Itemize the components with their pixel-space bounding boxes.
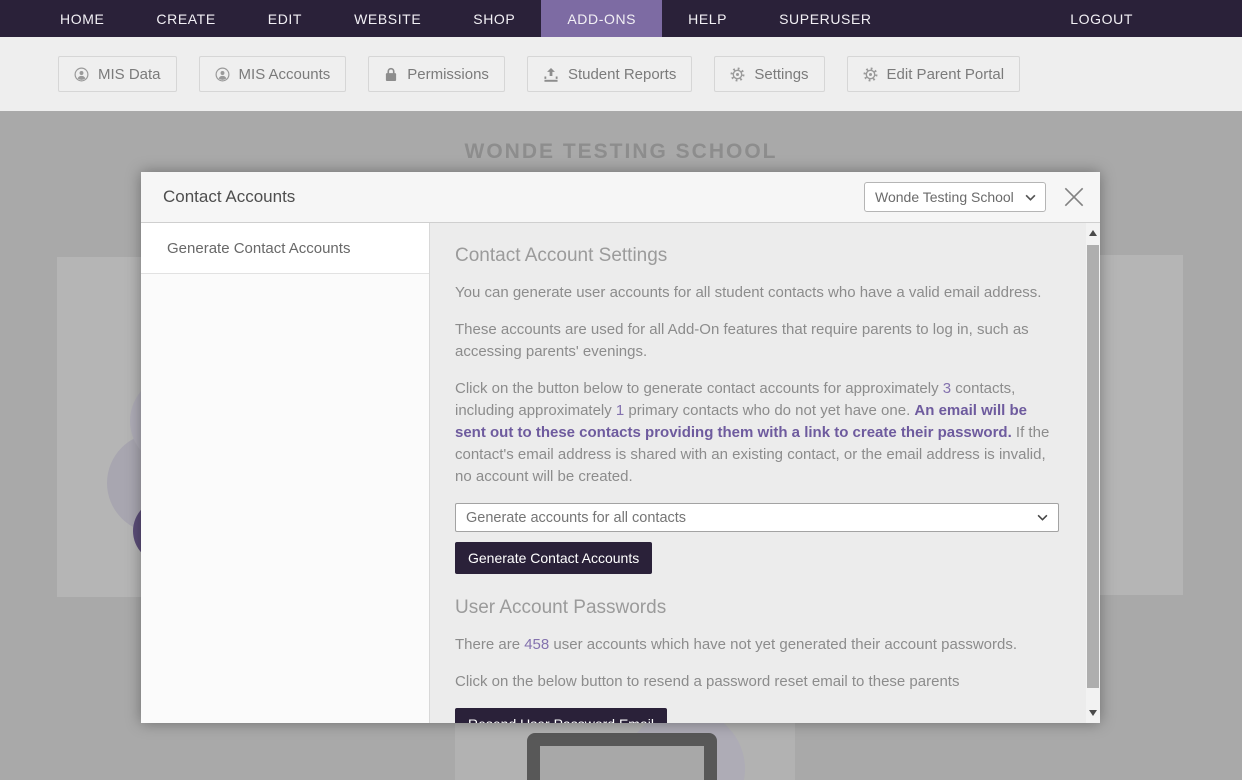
button-label: Settings bbox=[754, 66, 808, 83]
upload-icon bbox=[543, 67, 559, 82]
triangle-up-icon bbox=[1089, 230, 1097, 236]
chevron-down-icon bbox=[1037, 514, 1048, 521]
contact-accounts-modal: Contact Accounts Wonde Testing School Ge… bbox=[141, 172, 1100, 723]
mis-data-button[interactable]: MIS Data bbox=[58, 56, 177, 92]
modal-header: Contact Accounts Wonde Testing School bbox=[141, 172, 1100, 223]
modal-body: Generate Contact Accounts Contact Accoun… bbox=[141, 223, 1100, 723]
nav-item-add-ons[interactable]: ADD-ONS bbox=[541, 0, 662, 37]
resend-user-password-email-button[interactable]: Resend User Password Email bbox=[455, 708, 667, 723]
monitor-illustration bbox=[527, 733, 717, 780]
button-label: Student Reports bbox=[568, 66, 676, 83]
nav-item-logout[interactable]: LOGOUT bbox=[1044, 0, 1159, 37]
chevron-down-icon bbox=[1025, 194, 1036, 201]
school-select[interactable]: Wonde Testing School bbox=[864, 182, 1046, 212]
contacts-count-link[interactable]: 3 bbox=[943, 380, 951, 397]
paragraph-text: Click on the button below to generate co… bbox=[455, 380, 943, 397]
settings-paragraph-1: You can generate user accounts for all s… bbox=[455, 282, 1059, 304]
scrollbar-thumb[interactable] bbox=[1087, 245, 1099, 688]
nav-item-superuser[interactable]: SUPERUSER bbox=[753, 0, 898, 37]
resend-paragraph: Click on the below button to resend a pa… bbox=[455, 671, 1059, 693]
user-circle-icon bbox=[74, 67, 89, 82]
settings-button[interactable]: Settings bbox=[714, 56, 824, 92]
triangle-down-icon bbox=[1089, 710, 1097, 716]
user-circle-icon bbox=[215, 67, 230, 82]
modal-sidebar: Generate Contact Accounts bbox=[141, 223, 430, 723]
add-ons-toolbar: MIS Data MIS Accounts Permissions Studen… bbox=[0, 37, 1242, 111]
generate-mode-select[interactable]: Generate accounts for all contacts bbox=[455, 503, 1059, 532]
generate-contact-accounts-button[interactable]: Generate Contact Accounts bbox=[455, 542, 652, 574]
generate-mode-select-value: Generate accounts for all contacts bbox=[466, 510, 686, 526]
passwords-heading: User Account Passwords bbox=[455, 597, 1059, 619]
settings-paragraph-3: Click on the button below to generate co… bbox=[455, 378, 1059, 488]
nav-item-edit[interactable]: EDIT bbox=[242, 0, 328, 37]
edit-parent-portal-button[interactable]: Edit Parent Portal bbox=[847, 56, 1021, 92]
lock-icon bbox=[384, 67, 398, 82]
student-reports-button[interactable]: Student Reports bbox=[527, 56, 692, 92]
gear-icon bbox=[730, 67, 745, 82]
scroll-up-arrow[interactable] bbox=[1086, 226, 1100, 240]
school-select-value: Wonde Testing School bbox=[875, 189, 1014, 205]
nav-item-shop[interactable]: SHOP bbox=[447, 0, 541, 37]
scroll-down-arrow[interactable] bbox=[1086, 706, 1100, 720]
gear-icon bbox=[863, 67, 878, 82]
button-label: MIS Data bbox=[98, 66, 161, 83]
settings-paragraph-2: These accounts are used for all Add-On f… bbox=[455, 319, 1059, 363]
modal-title: Contact Accounts bbox=[163, 187, 864, 207]
modal-content: Contact Account Settings You can generat… bbox=[430, 223, 1086, 723]
nav-item-home[interactable]: HOME bbox=[34, 0, 130, 37]
sidebar-item-generate-contact-accounts[interactable]: Generate Contact Accounts bbox=[141, 223, 429, 274]
settings-heading: Contact Account Settings bbox=[455, 245, 1059, 267]
top-nav: HOME CREATE EDIT WEBSITE SHOP ADD-ONS HE… bbox=[0, 0, 1242, 37]
background-card-bottom bbox=[455, 723, 795, 780]
close-icon[interactable] bbox=[1061, 184, 1087, 210]
paragraph-text: primary contacts who do not yet have one… bbox=[624, 402, 914, 419]
modal-scrollbar[interactable] bbox=[1086, 223, 1100, 723]
nav-item-create[interactable]: CREATE bbox=[130, 0, 241, 37]
button-label: Edit Parent Portal bbox=[887, 66, 1005, 83]
nav-item-website[interactable]: WEBSITE bbox=[328, 0, 447, 37]
button-label: Permissions bbox=[407, 66, 489, 83]
accounts-count-link[interactable]: 458 bbox=[524, 636, 549, 653]
paragraph-text: user accounts which have not yet generat… bbox=[549, 636, 1017, 653]
school-title: WONDE TESTING SCHOOL bbox=[0, 140, 1242, 164]
nav-item-help[interactable]: HELP bbox=[662, 0, 753, 37]
passwords-paragraph: There are 458 user accounts which have n… bbox=[455, 634, 1059, 656]
mis-accounts-button[interactable]: MIS Accounts bbox=[199, 56, 347, 92]
button-label: MIS Accounts bbox=[239, 66, 331, 83]
permissions-button[interactable]: Permissions bbox=[368, 56, 505, 92]
paragraph-text: There are bbox=[455, 636, 524, 653]
primary-count-link[interactable]: 1 bbox=[616, 402, 624, 419]
